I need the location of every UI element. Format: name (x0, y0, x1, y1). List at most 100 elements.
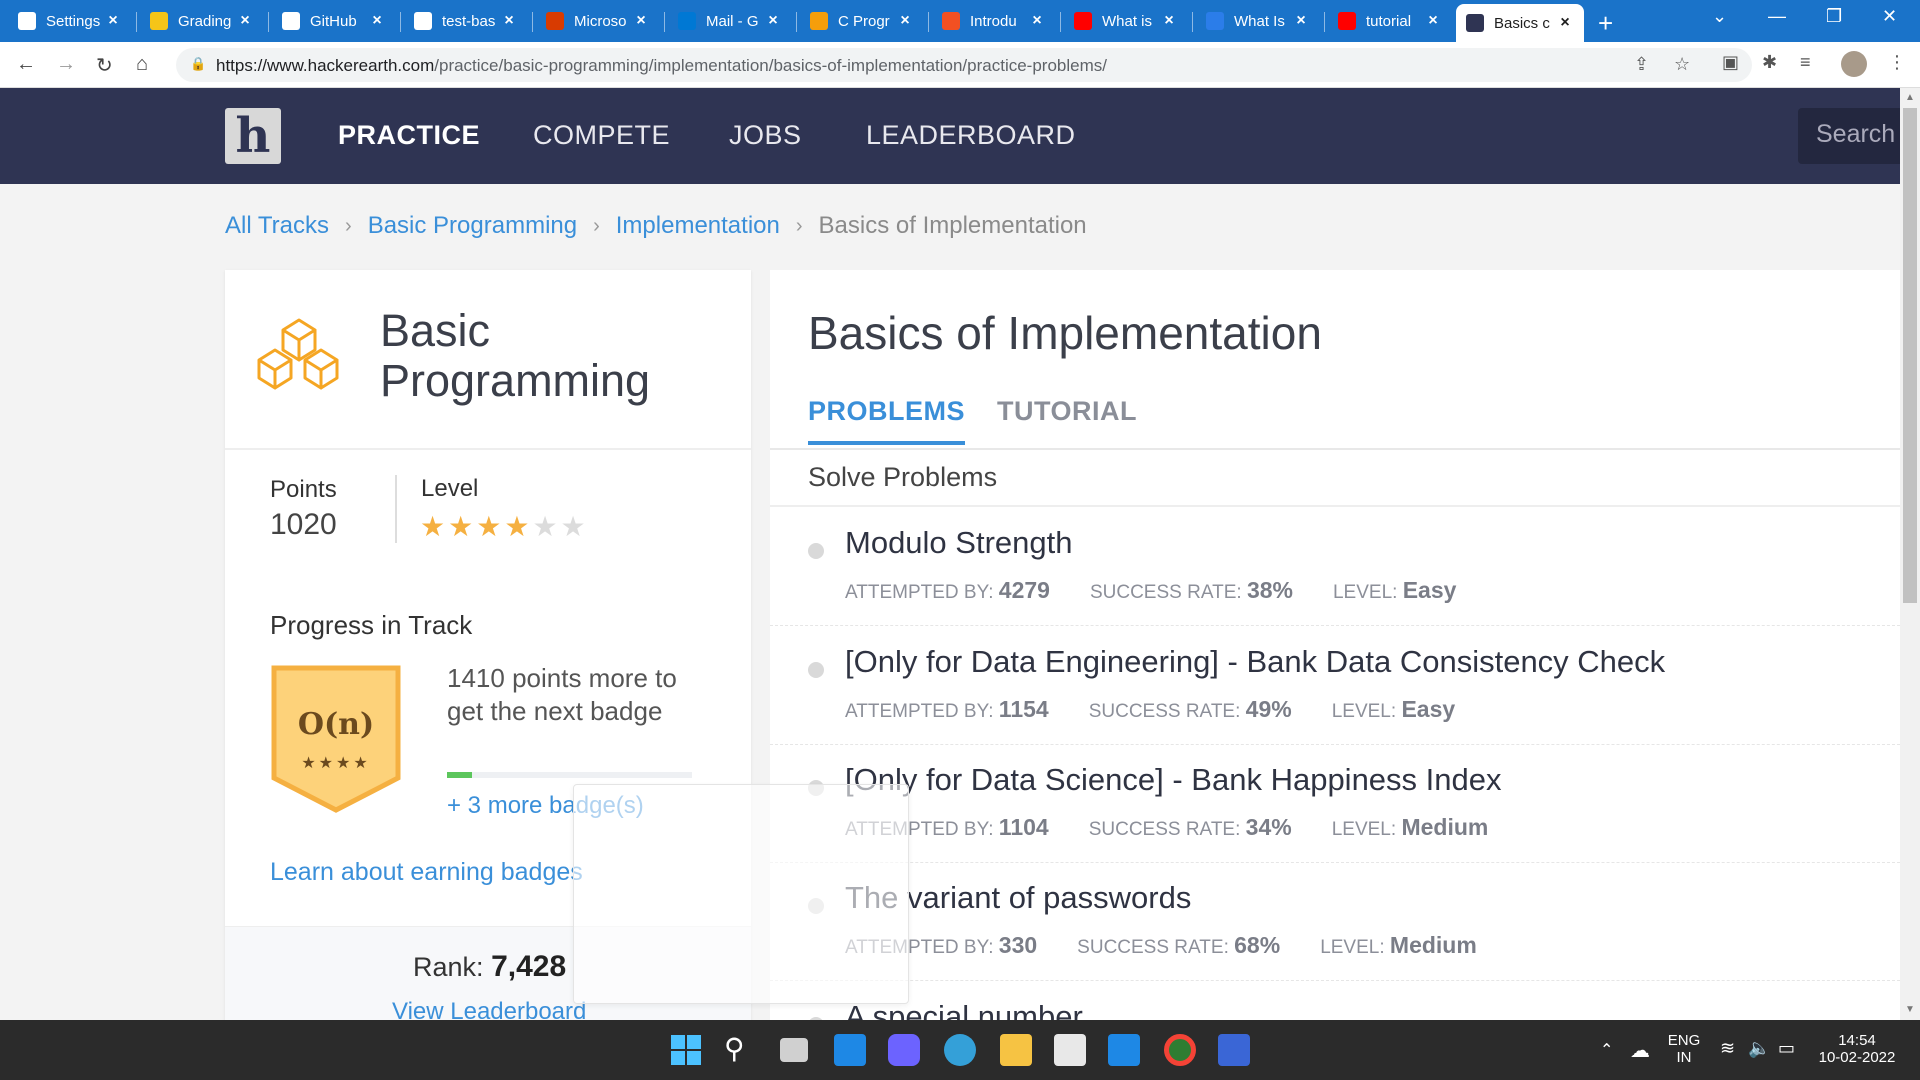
tab-problems[interactable]: PROBLEMS (808, 396, 966, 445)
bookmark-star-icon[interactable]: ☆ (1674, 54, 1690, 75)
hackerearth-icon (1466, 14, 1484, 32)
tray-overflow-icon[interactable]: ⌃ (1600, 1040, 1613, 1060)
file-explorer-icon[interactable] (1000, 1034, 1032, 1066)
back-icon[interactable]: ← (16, 53, 36, 76)
vscode-icon[interactable] (1218, 1034, 1250, 1066)
edge-icon[interactable] (944, 1034, 976, 1066)
scroll-down-arrow[interactable]: ▼ (1905, 1004, 1915, 1015)
address-bar[interactable]: 🔒 https://www.hackerearth.com/practice/b… (176, 48, 1752, 82)
success-label: SUCCESS RATE: (1077, 937, 1229, 958)
page-scrollbar[interactable]: ▲ ▼ (1900, 88, 1920, 1020)
new-tab-button[interactable]: + (1598, 8, 1613, 39)
problem-row[interactable]: Modulo Strength ATTEMPTED BY: 4279 SUCCESS… (770, 507, 1900, 626)
battery-icon[interactable]: ▭ (1778, 1038, 1795, 1059)
share-icon[interactable]: ⇪ (1634, 54, 1649, 75)
problem-row[interactable]: [Only for Data Science] - Bank Happiness… (770, 744, 1900, 863)
problem-row[interactable]: [Only for Data Engineering] - Bank Data … (770, 626, 1900, 745)
close-tab-icon[interactable]: × (500, 12, 518, 30)
badge-icon: O(n) ★★★★ (271, 665, 401, 813)
puzzle-extensions-icon[interactable]: ✱ (1762, 52, 1777, 73)
close-tab-icon[interactable]: × (896, 12, 914, 30)
chat-icon[interactable] (888, 1034, 920, 1066)
language-indicator[interactable]: ENG IN (1664, 1032, 1704, 1066)
success-label: SUCCESS RATE: (1088, 701, 1241, 722)
breadcrumb-separator: › (345, 214, 352, 237)
browser-tab-title: What Is (1234, 12, 1285, 30)
level-value: Medium (1401, 814, 1489, 840)
tab-tutorial[interactable]: TUTORIAL (997, 396, 1137, 441)
search-icon[interactable]: ⚲ (724, 1034, 756, 1066)
close-tab-icon[interactable]: × (368, 12, 386, 30)
minimize-button[interactable]: — (1768, 6, 1786, 27)
scroll-up-arrow[interactable]: ▲ (1905, 92, 1915, 103)
close-tab-icon[interactable]: × (1292, 12, 1310, 30)
tab-search-icon[interactable]: ⌄ (1712, 6, 1727, 27)
close-tab-icon[interactable]: × (1424, 12, 1442, 30)
browser-tab[interactable]: Microso × (536, 6, 660, 36)
problem-name[interactable]: [Only for Data Science] - Bank Happiness… (845, 762, 1502, 798)
site-header: h PRACTICE COMPETE JOBS LEADERBOARD Sear… (0, 88, 1902, 184)
browser-tab[interactable]: Grading × (140, 6, 264, 36)
office-icon (546, 12, 564, 30)
nav-compete[interactable]: COMPETE (533, 120, 670, 151)
browser-tab[interactable]: C Progr × (800, 6, 924, 36)
status-dot-icon (808, 543, 824, 559)
breadcrumb-implementation[interactable]: Implementation (616, 212, 780, 240)
nav-jobs[interactable]: JOBS (729, 120, 802, 151)
hackerearth-logo[interactable]: h (225, 108, 281, 164)
volume-icon[interactable]: 🔈 (1748, 1038, 1770, 1059)
nav-leaderboard[interactable]: LEADERBOARD (866, 120, 1076, 151)
close-tab-icon[interactable]: × (1556, 14, 1574, 32)
browser-tab-strip: Settings × Grading × GitHub × test-bas × Microso… (0, 0, 1920, 42)
browser-tab[interactable]: What is × (1064, 6, 1188, 36)
media-control-icon[interactable]: ≡ (1800, 52, 1811, 73)
profile-avatar[interactable] (1841, 51, 1867, 77)
mail-icon[interactable] (1108, 1034, 1140, 1066)
scrollbar-thumb[interactable] (1903, 108, 1917, 603)
close-tab-icon[interactable]: × (764, 12, 782, 30)
close-window-button[interactable]: ✕ (1882, 6, 1897, 27)
problems-panel: Basics of Implementation PROBLEMS TUTORI… (770, 270, 1900, 1034)
onedrive-icon[interactable]: ☁ (1630, 1038, 1650, 1063)
lock-icon[interactable]: 🔒 (190, 56, 206, 72)
close-tab-icon[interactable]: × (104, 12, 122, 30)
browser-tab[interactable]: GitHub × (272, 6, 396, 36)
widgets-icon[interactable] (834, 1034, 866, 1066)
clock[interactable]: 14:54 10-02-2022 (1814, 1032, 1900, 1066)
chrome-icon[interactable] (1164, 1034, 1196, 1066)
problem-row[interactable]: The variant of passwords ATTEMPTED BY: 33… (770, 862, 1900, 981)
breadcrumb-basic-programming[interactable]: Basic Programming (368, 212, 577, 240)
browser-tab[interactable]: What Is × (1196, 6, 1320, 36)
browser-tab-title: Settings (46, 12, 101, 30)
problem-name[interactable]: Modulo Strength (845, 525, 1072, 561)
browser-tab[interactable]: Introdu × (932, 6, 1056, 36)
forward-icon[interactable]: → (56, 53, 76, 76)
browser-tab[interactable]: Settings × (8, 6, 132, 36)
task-view-icon[interactable] (780, 1038, 808, 1062)
learn-badges-link[interactable]: Learn about earning badges (270, 858, 583, 887)
nav-practice[interactable]: PRACTICE (338, 120, 480, 151)
problem-name[interactable]: [Only for Data Engineering] - Bank Data … (845, 644, 1665, 680)
windows-start-icon[interactable] (670, 1034, 702, 1066)
browser-tab[interactable]: test-bas × (404, 6, 528, 36)
star-filled-icon: ★ (476, 511, 505, 542)
search-input[interactable]: Search (1798, 108, 1902, 164)
menu-icon[interactable]: ⋮ (1888, 52, 1906, 73)
extension-icon[interactable]: ▣ (1722, 52, 1739, 73)
close-tab-icon[interactable]: × (1028, 12, 1046, 30)
close-tab-icon[interactable]: × (236, 12, 254, 30)
breadcrumb-all-tracks[interactable]: All Tracks (225, 212, 329, 240)
close-tab-icon[interactable]: × (1160, 12, 1178, 30)
restore-button[interactable]: ❐ (1826, 6, 1842, 27)
level-value: Medium (1389, 932, 1477, 958)
wifi-icon[interactable]: ≋ (1720, 1038, 1735, 1059)
browser-tab[interactable]: Mail - G × (668, 6, 792, 36)
browser-tab[interactable]: tutorial × (1328, 6, 1452, 36)
browser-tab[interactable]: Basics c × (1456, 4, 1584, 42)
store-icon[interactable] (1054, 1034, 1086, 1066)
home-icon[interactable]: ⌂ (136, 53, 148, 76)
outlook-icon (678, 12, 696, 30)
close-tab-icon[interactable]: × (632, 12, 650, 30)
reload-icon[interactable]: ↻ (96, 53, 113, 78)
attempted-label: ATTEMPTED BY: (845, 701, 994, 722)
